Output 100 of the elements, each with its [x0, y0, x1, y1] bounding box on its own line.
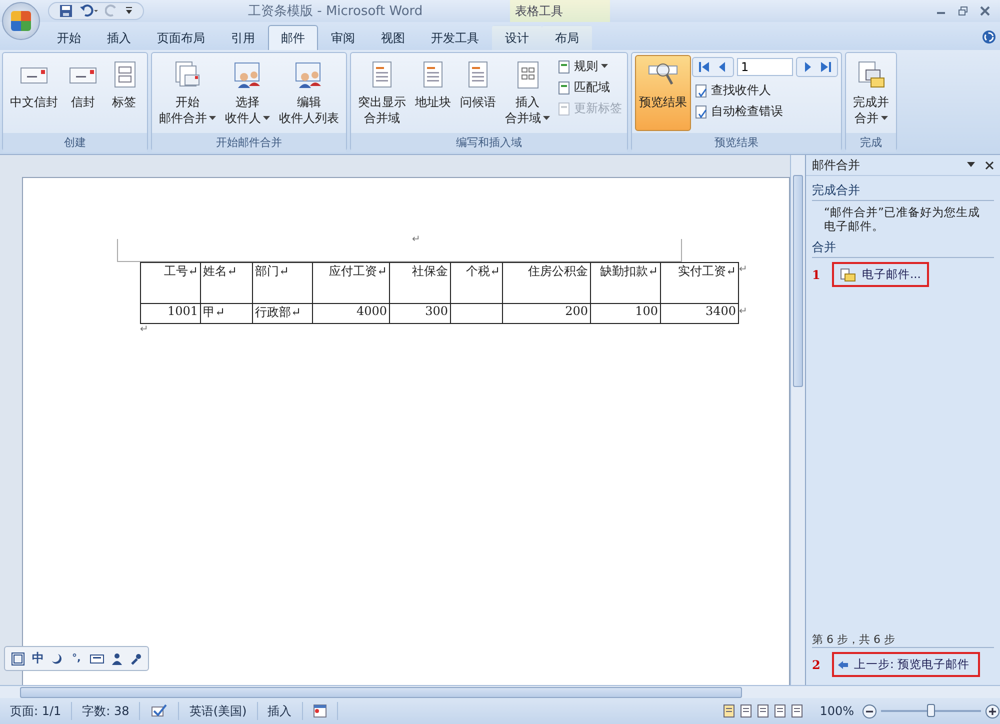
back-link[interactable]: 上一步: 预览电子邮件	[838, 657, 970, 672]
table-cell: 缺勤扣款↵	[590, 262, 660, 304]
ime-mode[interactable]: 中	[32, 650, 44, 667]
merge-link[interactable]: 电子邮件...	[840, 267, 921, 282]
table-cell: 应付工资↵	[312, 262, 390, 304]
macro-icon[interactable]	[312, 704, 327, 718]
ribbon-button[interactable]: 匹配域	[555, 78, 624, 97]
keyboard-icon[interactable]	[90, 654, 104, 664]
language-status[interactable]: 英语(美国)	[179, 702, 258, 720]
view-icon[interactable]	[790, 704, 804, 718]
zoom-in-icon[interactable]	[985, 704, 1000, 718]
ribbon-button[interactable]: 预览结果	[635, 55, 691, 131]
restore-icon[interactable]	[958, 6, 968, 16]
zoom-slider[interactable]	[881, 704, 981, 718]
ribbon-button[interactable]: 编辑 收件人列表	[275, 55, 343, 131]
ribbon-button[interactable]: 地址块	[411, 55, 455, 131]
ribbon-button[interactable]: 中文信封	[6, 55, 62, 131]
ribbon-button[interactable]: 开始 邮件合并	[155, 55, 220, 131]
dropdown-icon[interactable]	[967, 162, 975, 168]
customize-icon[interactable]	[125, 6, 133, 16]
button-label: 选择	[236, 94, 260, 110]
zoom-level[interactable]: 100%	[812, 704, 862, 718]
view-icon[interactable]	[722, 704, 736, 718]
table-cell: 行政部↵	[252, 304, 312, 324]
help-icon[interactable]	[982, 30, 996, 44]
ribbon-tab[interactable]: 引用	[218, 25, 268, 50]
insert-mode[interactable]: 插入	[258, 702, 303, 720]
word-count[interactable]: 字数: 38	[72, 702, 140, 720]
proofing-icon[interactable]	[150, 704, 168, 718]
button-label: 地址块	[415, 94, 451, 110]
page-count[interactable]: 页面: 1/1	[0, 702, 72, 720]
people-icon	[294, 60, 324, 90]
wrench-icon[interactable]	[130, 652, 142, 664]
undo-icon[interactable]	[79, 4, 99, 18]
ime-logo-icon[interactable]	[11, 652, 25, 666]
button-label: 突出显示	[358, 94, 406, 110]
table-cell: 甲↵	[200, 304, 252, 324]
last-record-icon[interactable]	[819, 60, 833, 74]
close-icon[interactable]	[985, 160, 994, 170]
table-cell: 200	[502, 304, 590, 324]
ribbon-button[interactable]: 标签	[104, 55, 144, 131]
ribbon-button[interactable]: 查找收件人	[692, 81, 838, 100]
table-cell: 300	[390, 304, 450, 324]
button-label: 合并域	[364, 110, 400, 126]
close-icon[interactable]	[980, 6, 990, 16]
ribbon-tab[interactable]: 邮件	[268, 25, 318, 50]
button-label: 开始	[176, 94, 200, 110]
section-heading: 合并	[812, 239, 994, 258]
paragraph-mark: ↵	[412, 234, 422, 245]
view-icon[interactable]	[738, 704, 753, 718]
document-icon	[557, 60, 571, 74]
ribbon-tab[interactable]: 插入	[94, 25, 144, 50]
step-text: 第 6 步，共 6 步	[812, 632, 994, 648]
ribbon-tab[interactable]: 开始	[44, 25, 94, 50]
office-button[interactable]	[2, 2, 40, 40]
table-cell: 100	[590, 304, 660, 324]
ribbon-button[interactable]: 信封	[63, 55, 103, 131]
group-label: 开始邮件合并	[152, 133, 346, 152]
button-label: 完成并	[853, 94, 889, 110]
ribbon-button[interactable]: 插入 合并域	[501, 55, 554, 131]
table-cell: 工号↵	[140, 262, 200, 304]
ribbon-tab[interactable]: 页面布局	[144, 25, 218, 50]
view-icon[interactable]	[756, 704, 770, 718]
view-icon[interactable]	[772, 704, 787, 718]
vertical-scrollbar[interactable]	[790, 155, 805, 685]
button-label: 预览结果	[639, 94, 687, 110]
ribbon-button[interactable]: 完成并 合并	[849, 55, 893, 131]
group-label: 完成	[846, 133, 896, 152]
ribbon-tab[interactable]: 开发工具	[418, 25, 492, 50]
table-cell: 姓名↵	[200, 262, 252, 304]
envelope-icon	[840, 268, 856, 282]
button-label: 中文信封	[10, 94, 58, 110]
ribbon-button[interactable]: 问候语	[456, 55, 500, 131]
save-icon[interactable]	[59, 4, 73, 18]
ribbon-tab[interactable]: 审阅	[318, 25, 368, 50]
table-cell: 个税↵	[450, 262, 502, 304]
first-record-icon[interactable]	[697, 60, 711, 74]
table-cell: 部门↵	[252, 262, 312, 304]
ribbon-tab[interactable]: 视图	[368, 25, 418, 50]
table-cell: 3400	[660, 304, 738, 324]
ribbon-button[interactable]: 选择 收件人	[221, 55, 274, 131]
ribbon-tab[interactable]: 设计	[492, 25, 542, 50]
button-label: 信封	[71, 94, 95, 110]
record-field[interactable]: 1	[737, 58, 793, 76]
zoom-out-icon[interactable]	[862, 704, 877, 718]
moon-icon[interactable]	[51, 652, 63, 664]
ribbon-button[interactable]: 自动检查错误	[692, 102, 838, 121]
ribbon-button[interactable]: 突出显示 合并域	[354, 55, 410, 131]
slider-thumb[interactable]	[927, 704, 935, 717]
step-marker: 2	[812, 658, 822, 672]
horizontal-scrollbar[interactable]	[0, 685, 1000, 698]
punctuation-toggle[interactable]: °,	[70, 652, 83, 665]
ribbon-button[interactable]: 规则	[555, 57, 624, 76]
ribbon-tab[interactable]: 布局	[542, 25, 592, 50]
table-cell: 社保金	[390, 262, 450, 304]
person-icon[interactable]	[110, 652, 123, 664]
context-label: 表格工具	[510, 0, 610, 22]
document-icon	[557, 80, 571, 94]
table-cell: 1001	[140, 304, 200, 324]
button-label: 插入	[516, 94, 540, 110]
